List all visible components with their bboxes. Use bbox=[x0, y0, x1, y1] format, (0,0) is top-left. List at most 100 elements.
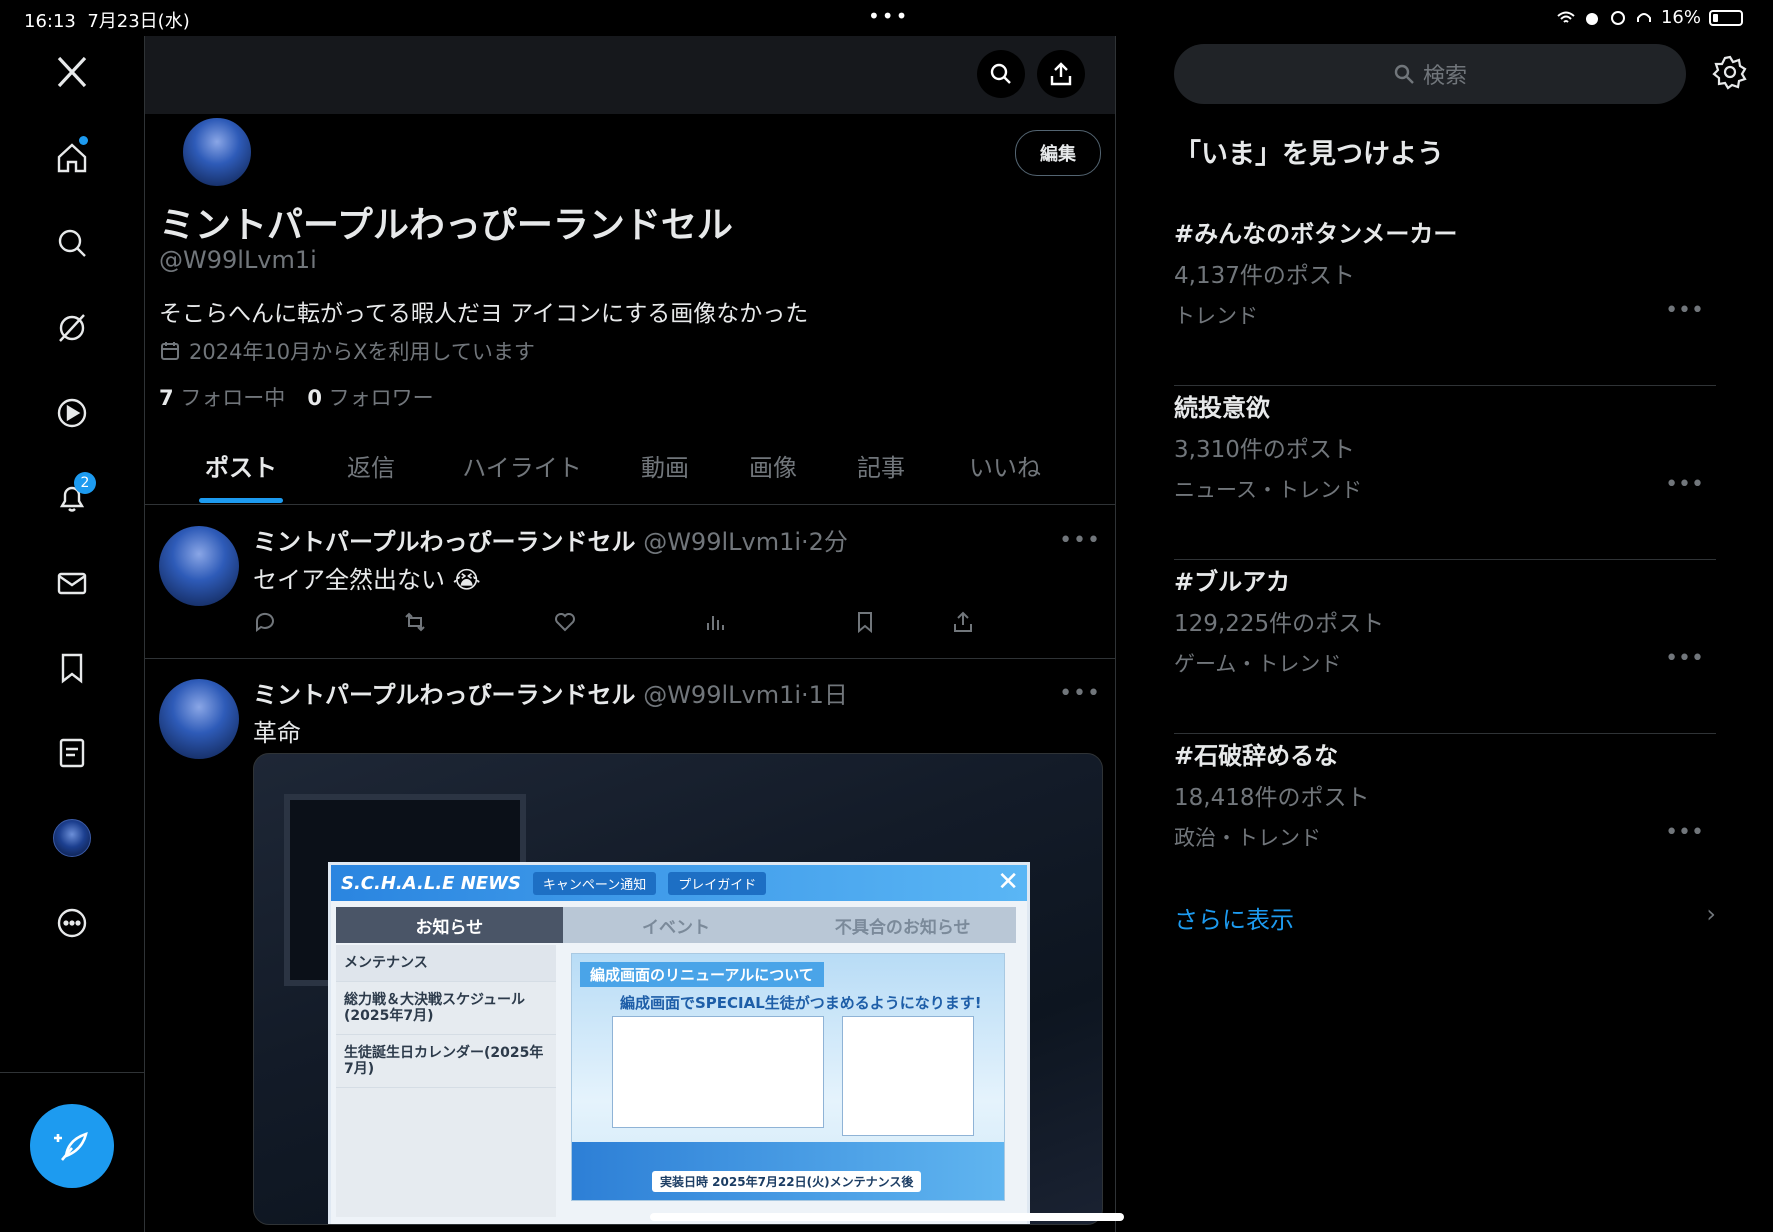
repost-icon[interactable] bbox=[403, 610, 427, 638]
status-bar: 16:13 7月23日(水) ••• 16% bbox=[0, 0, 1773, 36]
news-tab-event: イベント bbox=[642, 917, 710, 938]
post-header: ミントパープルわっぴーランドセル @W99lLvm1i·2分 bbox=[253, 522, 848, 557]
followers-link[interactable]: 0 フォロワー bbox=[307, 382, 433, 412]
profile-handle: @W99lLvm1i bbox=[159, 246, 317, 274]
profile-search-button[interactable] bbox=[977, 50, 1025, 98]
compose-post-button[interactable] bbox=[30, 1104, 114, 1188]
trend-item[interactable]: #ブルアカ 129,225件のポスト ゲーム・トレンド ••• bbox=[1174, 562, 1716, 734]
reply-icon[interactable] bbox=[253, 610, 277, 638]
news-list: メンテナンス 総力戦＆大決戦スケジュール(2025年7月) 生徒誕生日カレンダー… bbox=[336, 945, 556, 1217]
rotation-lock-icon bbox=[1610, 10, 1625, 25]
post-author-name[interactable]: ミントパープルわっぴーランドセル bbox=[253, 681, 636, 709]
profile-name: ミントパープルわっぴーランドセル bbox=[159, 205, 733, 246]
headphones-icon bbox=[1636, 12, 1651, 22]
edit-profile-button[interactable]: 編集 bbox=[1015, 130, 1101, 176]
home-indicator[interactable] bbox=[650, 1213, 1124, 1221]
share-icon bbox=[1050, 62, 1072, 86]
trend-category: ゲーム・トレンド bbox=[1174, 652, 1342, 676]
divider bbox=[1174, 559, 1716, 560]
active-tab-indicator bbox=[199, 498, 283, 503]
post-item[interactable]: ミントパープルわっぴーランドセル @W99lLvm1i·2分 ••• セイア全然… bbox=[145, 506, 1115, 659]
post-header: ミントパープルわっぴーランドセル @W99lLvm1i·1日 bbox=[253, 675, 848, 710]
tab-highlights[interactable]: ハイライト bbox=[447, 448, 597, 504]
post-avatar[interactable] bbox=[159, 526, 239, 606]
gear-icon bbox=[1712, 55, 1747, 90]
share-button[interactable] bbox=[1037, 50, 1085, 98]
post-time: ·2分 bbox=[801, 528, 848, 556]
trend-more-icon[interactable]: ••• bbox=[1665, 820, 1704, 845]
trend-count: 129,225件のポスト bbox=[1174, 611, 1385, 637]
post-author-name[interactable]: ミントパープルわっぴーランドセル bbox=[253, 528, 636, 556]
tab-videos[interactable]: 動画 bbox=[615, 448, 715, 504]
post-more-icon[interactable]: ••• bbox=[1059, 528, 1101, 553]
grok-icon[interactable] bbox=[42, 298, 102, 358]
news-tab-bugs: 不具合のお知らせ bbox=[834, 917, 971, 938]
home-unread-dot bbox=[79, 136, 88, 145]
close-icon: ✕ bbox=[997, 867, 1019, 897]
following-link[interactable]: 7 フォロー中 bbox=[159, 382, 285, 412]
trend-category: ニュース・トレンド bbox=[1174, 478, 1362, 502]
trend-more-icon[interactable]: ••• bbox=[1665, 298, 1704, 323]
post-actions bbox=[253, 610, 1013, 640]
status-time: 16:13 7月23日(水) bbox=[24, 11, 190, 32]
news-header: S.C.H.A.L.E NEWS キャンペーン通知 プレイガイド ✕ bbox=[331, 865, 1027, 901]
avatar bbox=[53, 819, 91, 857]
bookmarks-icon[interactable] bbox=[42, 638, 102, 698]
tab-images[interactable]: 画像 bbox=[723, 448, 823, 504]
lists-icon[interactable] bbox=[42, 723, 102, 783]
like-icon[interactable] bbox=[553, 610, 577, 638]
news-list-item: 総力戦＆大決戦スケジュール(2025年7月) bbox=[336, 982, 556, 1035]
profile-avatar-nav[interactable] bbox=[42, 808, 102, 868]
post-author-handle[interactable]: @W99lLvm1i bbox=[643, 528, 801, 556]
tab-posts[interactable]: ポスト bbox=[181, 448, 301, 504]
bookmark-icon[interactable] bbox=[853, 610, 877, 638]
profile-joined: 2024年10月からXを利用しています bbox=[159, 336, 535, 366]
banner-date: 実装日時 2025年7月22日(火)メンテナンス後 bbox=[652, 1171, 922, 1192]
views-icon[interactable] bbox=[703, 610, 727, 638]
show-more-link[interactable]: さらに表示 › bbox=[1174, 900, 1716, 935]
trend-more-icon[interactable]: ••• bbox=[1665, 646, 1704, 671]
multitask-dots[interactable]: ••• bbox=[868, 4, 909, 28]
x-logo-icon[interactable] bbox=[42, 42, 102, 102]
search-icon[interactable] bbox=[42, 213, 102, 273]
notifications-icon[interactable]: 2 bbox=[42, 468, 102, 528]
banner-screenshot-right bbox=[842, 1016, 974, 1136]
settings-button[interactable] bbox=[1712, 54, 1752, 94]
search-input[interactable]: 検索 bbox=[1174, 44, 1686, 104]
news-banner: 編成画面のリニューアルについて 編成画面でSPECIAL生徒がつまめるようになり… bbox=[571, 953, 1005, 1201]
schale-news-panel: S.C.H.A.L.E NEWS キャンペーン通知 プレイガイド ✕ お知らせ … bbox=[328, 862, 1030, 1224]
tab-replies[interactable]: 返信 bbox=[321, 448, 421, 504]
explore-title: 「いま」を見つけよう bbox=[1174, 139, 1444, 170]
home-icon[interactable] bbox=[42, 128, 102, 188]
share-icon[interactable] bbox=[951, 610, 975, 638]
profile-avatar[interactable] bbox=[181, 116, 253, 188]
post-avatar[interactable] bbox=[159, 679, 239, 759]
trend-item[interactable]: #みんなのボタンメーカー 4,137件のポスト トレンド ••• bbox=[1174, 214, 1716, 386]
trend-count: 18,418件のポスト bbox=[1174, 785, 1370, 811]
post-time: ·1日 bbox=[801, 681, 848, 709]
battery-icon bbox=[1709, 9, 1743, 26]
post-media-image[interactable]: S.C.H.A.L.E NEWS キャンペーン通知 プレイガイド ✕ お知らせ … bbox=[253, 753, 1103, 1225]
trend-more-icon[interactable]: ••• bbox=[1665, 472, 1704, 497]
alarm-icon bbox=[1585, 12, 1598, 25]
trend-item[interactable]: 続投意欲 3,310件のポスト ニュース・トレンド ••• bbox=[1174, 388, 1716, 560]
post-author-handle[interactable]: @W99lLvm1i bbox=[643, 681, 801, 709]
post-item[interactable]: ミントパープルわっぴーランドセル @W99lLvm1i·1日 ••• 革命 S.… bbox=[145, 659, 1115, 1232]
news-list-item: メンテナンス bbox=[336, 945, 556, 982]
post-more-icon[interactable]: ••• bbox=[1059, 681, 1101, 706]
news-logo: S.C.H.A.L.E NEWS bbox=[341, 872, 521, 894]
trend-name: #石破辞めるな bbox=[1174, 742, 1339, 770]
search-placeholder: 検索 bbox=[1422, 64, 1467, 89]
news-list-item: 生徒誕生日カレンダー(2025年7月) bbox=[336, 1035, 556, 1088]
video-icon[interactable] bbox=[42, 383, 102, 443]
chevron-right-icon: › bbox=[1706, 900, 1716, 928]
more-icon[interactable] bbox=[42, 893, 102, 953]
search-icon bbox=[990, 63, 1011, 84]
tab-likes[interactable]: いいね bbox=[945, 448, 1065, 504]
campaign-pill: キャンペーン通知 bbox=[532, 871, 657, 895]
trend-item[interactable]: #石破辞めるな 18,418件のポスト 政治・トレンド ••• bbox=[1174, 736, 1716, 908]
banner-title: 編成画面のリニューアルについて bbox=[580, 962, 824, 987]
messages-icon[interactable] bbox=[42, 553, 102, 613]
search-icon bbox=[1394, 64, 1414, 84]
tab-articles[interactable]: 記事 bbox=[831, 448, 931, 504]
